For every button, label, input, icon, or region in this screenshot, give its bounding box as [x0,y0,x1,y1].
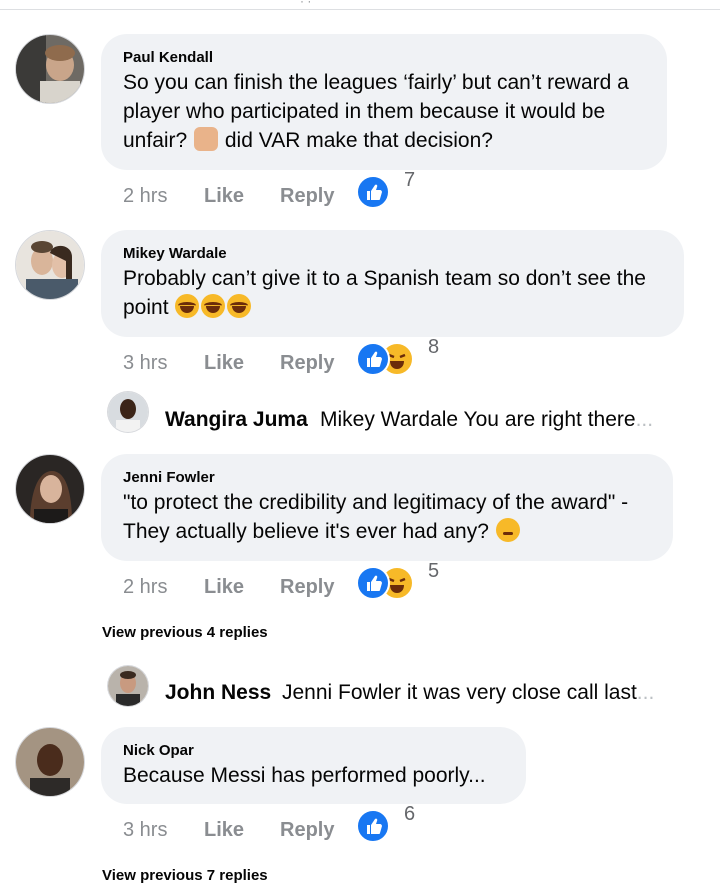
avatar[interactable] [16,35,84,103]
comment-timestamp[interactable]: 2 hrs [123,576,167,599]
reaction-count: 5 [428,560,440,582]
comment-bubble: Nick Opar Because Messi has performed po… [101,727,526,804]
thinking-emoji-icon [495,518,520,542]
reply-author[interactable]: Wangira Juma [165,408,308,432]
reply-button[interactable]: Reply [280,819,334,842]
comment-bubble: Jenni Fowler "to protect the credibility… [101,454,673,561]
comment-author[interactable]: Mikey Wardale [123,244,662,264]
laughing-emoji-icon [227,294,252,318]
like-button[interactable]: Like [204,185,244,208]
like-button[interactable]: Like [204,352,244,375]
reaction-count: 6 [404,803,416,825]
comment-text: Because Messi has performed poorly... [123,764,486,787]
comment-bubble: Mikey Wardale Probably can’t give it to … [101,230,684,337]
view-previous-replies-link[interactable]: View previous 4 replies [102,624,268,641]
avatar[interactable] [16,728,84,796]
avatar[interactable] [108,392,148,432]
avatar[interactable] [16,231,84,299]
more-dots-icon: · · [300,0,312,8]
view-previous-replies-link[interactable]: View previous 7 replies [102,867,268,884]
comment-timestamp[interactable]: 2 hrs [123,185,167,208]
comment-text: Probably can’t give it to a Spanish team… [123,267,646,319]
reply-text: Jenni Fowler it was very close call last… [282,681,655,704]
shrug-emoji-icon [194,127,219,151]
comment-author[interactable]: Nick Opar [123,741,504,761]
comment-author[interactable]: Jenni Fowler [123,468,651,488]
like-reaction-icon [356,566,390,600]
comment-author[interactable]: Paul Kendall [123,48,645,68]
reaction-count: 7 [404,169,416,191]
comment-bubble: Paul Kendall So you can finish the leagu… [101,34,667,170]
reply-button[interactable]: Reply [280,185,334,208]
laughing-emoji-icon [201,294,226,318]
comment-timestamp[interactable]: 3 hrs [123,352,167,375]
reaction-count: 8 [428,336,440,358]
like-reaction-icon [356,342,390,376]
avatar[interactable] [16,455,84,523]
laughing-emoji-icon [175,294,200,318]
like-button[interactable]: Like [204,576,244,599]
like-reaction-icon [356,175,390,209]
reply-button[interactable]: Reply [280,352,334,375]
reply-author[interactable]: John Ness [165,681,271,705]
reply-text: Mikey Wardale You are right there... [320,408,654,431]
comment-text: "to protect the credibility and legitima… [123,491,629,543]
like-reaction-icon [356,809,390,843]
like-button[interactable]: Like [204,819,244,842]
comment-text: So you can finish the leagues ‘fairly’ b… [123,71,629,152]
reply-button[interactable]: Reply [280,576,334,599]
avatar[interactable] [108,666,148,706]
comment-timestamp[interactable]: 3 hrs [123,819,167,842]
top-divider: · · [0,0,720,10]
